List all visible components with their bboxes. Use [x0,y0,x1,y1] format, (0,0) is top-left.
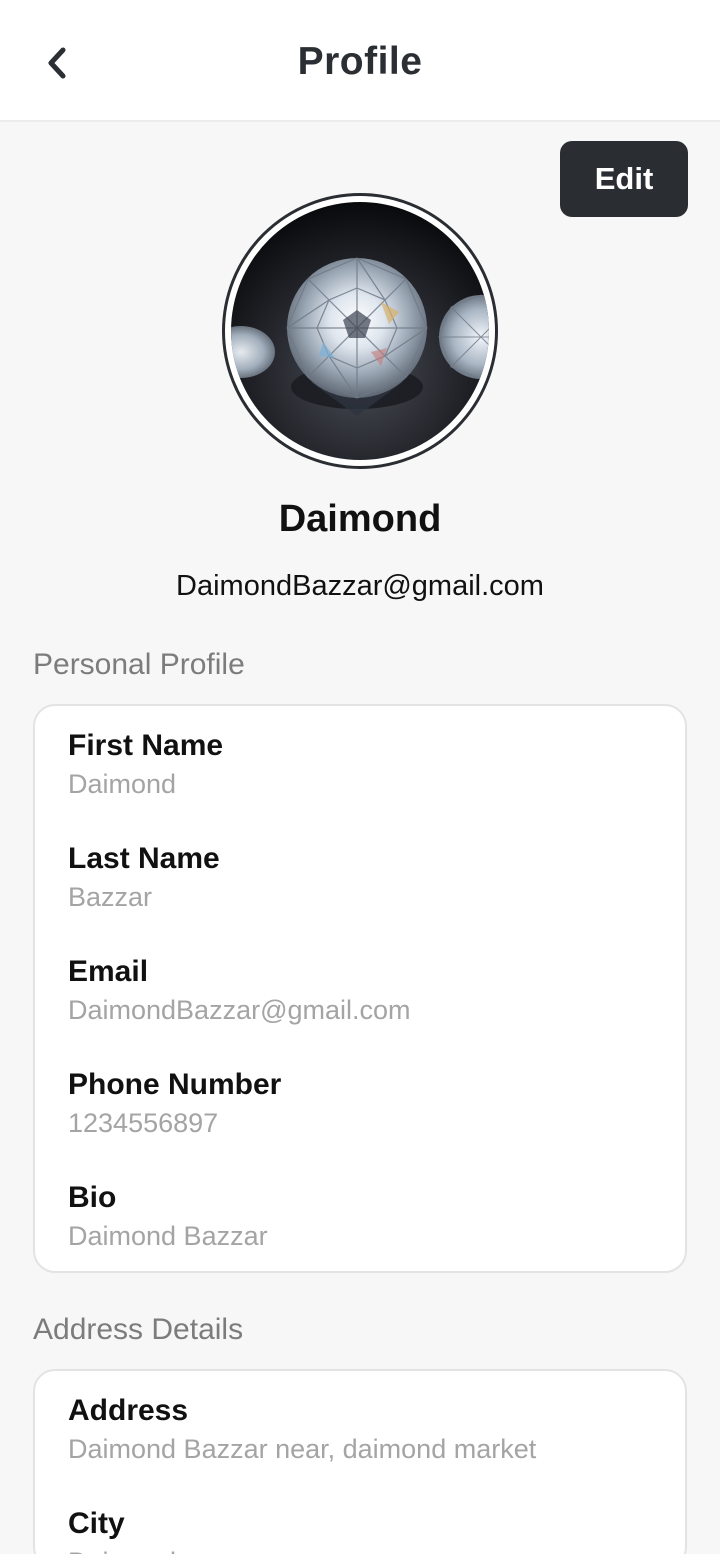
field-phone-number: Phone Number 1234556897 [68,1067,281,1139]
field-label: Last Name [68,842,220,875]
field-label: Phone Number [68,1068,282,1101]
field-label: City [68,1507,125,1540]
section-heading-address: Address Details [33,1313,244,1346]
profile-screen: Profile Edit Daimond DaimondBazzar@gmail… [0,0,720,1554]
section-heading-personal: Personal Profile [33,648,245,681]
field-first-name: First Name Daimond [68,728,223,800]
field-bio: Bio Daimond Bazzar [68,1180,268,1252]
field-value: 1234556897 [68,1108,219,1138]
field-email: Email DaimondBazzar@gmail.com [68,954,411,1026]
field-label: First Name [68,729,224,762]
field-value: DaimondBazzar@gmail.com [68,995,411,1025]
field-value: Daimond [68,1546,176,1554]
field-value: Daimond Bazzar [68,1221,268,1251]
diamond-image [231,257,489,416]
avatar[interactable] [222,193,498,469]
page-title: Profile [297,40,423,83]
field-address: Address Daimond Bazzar near, daimond mar… [68,1393,536,1465]
field-value: Daimond [68,769,177,799]
field-label: Address [68,1394,189,1427]
profile-email: DaimondBazzar@gmail.com [176,570,544,602]
field-city: City Daimond [68,1506,176,1554]
edit-button[interactable]: Edit [560,141,688,217]
field-value: Bazzar [68,882,153,912]
field-label: Email [68,955,149,988]
field-last-name: Last Name Bazzar [68,841,220,913]
field-value: Daimond Bazzar near, daimond market [68,1434,537,1464]
app-bar: Profile [0,0,720,122]
profile-name: Daimond [278,498,442,540]
personal-profile-card: First Name Daimond Last Name Bazzar Emai… [33,704,687,1273]
avatar-image [231,202,489,460]
field-label: Bio [68,1181,117,1214]
address-details-card: Address Daimond Bazzar near, daimond mar… [33,1369,687,1554]
